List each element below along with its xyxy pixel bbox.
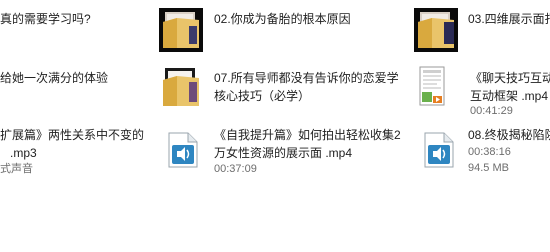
video-folder-icon: [159, 66, 203, 110]
file-name: 扩展篇》两性关系中不变的: [0, 128, 145, 142]
file-duration: 00:38:16: [468, 146, 511, 158]
file-name-line2: .mp3: [10, 146, 37, 160]
file-duration: 00:37:09: [214, 163, 257, 175]
audio-file-icon: [422, 132, 456, 168]
video-file-icon: [419, 66, 445, 106]
file-name: 07.所有导师都没有告诉你的恋爱学: [214, 71, 399, 85]
file-type: 式声音: [0, 163, 33, 175]
file-name-line2: 互动框架 .mp4: [470, 89, 549, 103]
video-folder-icon: [414, 8, 458, 52]
file-size: 94.5 MB: [468, 162, 509, 174]
file-name: 03.四维展示面打: [468, 12, 550, 26]
file-name: 真的需要学习吗?: [0, 12, 91, 26]
file-name-line2: 核心技巧（必学）: [214, 89, 311, 103]
file-name: 08.终极揭秘陷阱: [468, 128, 550, 142]
file-name: 给她一次满分的体验: [0, 71, 109, 85]
video-folder-icon: [159, 8, 203, 52]
file-duration: 00:41:29: [470, 105, 513, 117]
audio-file-icon: [166, 132, 200, 168]
file-name: 《聊天技巧互动: [470, 71, 550, 85]
file-name-line2: 万女性资源的展示面 .mp4: [214, 146, 353, 160]
file-name: 02.你成为备胎的根本原因: [214, 12, 351, 26]
file-name: 《自我提升篇》如何拍出轻松收集2: [214, 128, 401, 142]
